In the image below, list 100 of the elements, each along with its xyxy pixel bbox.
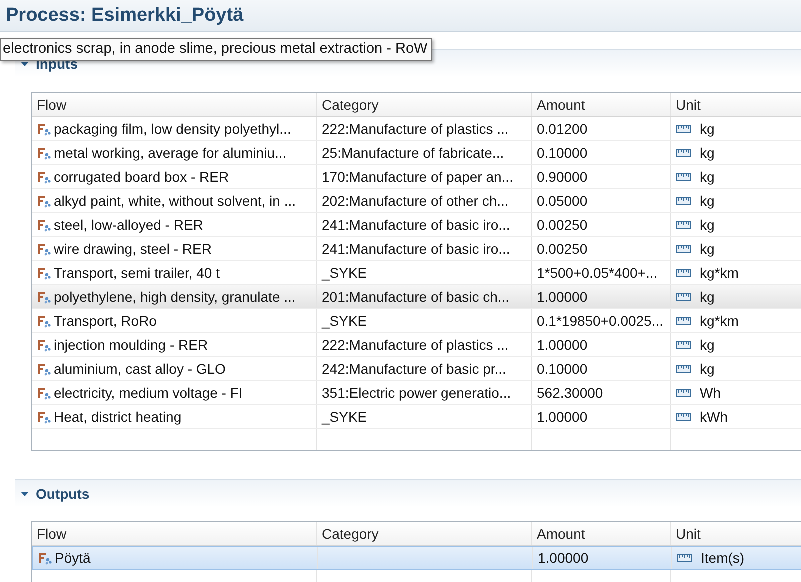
table-cell: corrugated board box - RER: [54, 168, 230, 184]
table-cell: 0.01200: [537, 120, 588, 136]
table-cell: 0.00250: [537, 216, 588, 232]
ruler-icon: [676, 364, 691, 372]
table-cell: 351:Electric power generatio...: [322, 384, 512, 400]
flow-icon: [37, 146, 51, 160]
table-row[interactable]: injection moulding - RER 222:Manufacture of plastics ... 1.00000 kg: [32, 333, 801, 357]
table-row[interactable]: polyethylene, high density, granulate ... 201:Manufacture of basic ch... 1.00000 kg: [32, 285, 801, 309]
table-cell: packaging film, low density polyethyl...: [54, 120, 292, 136]
table-cell: aluminium, cast alloy - GLO: [54, 360, 226, 376]
table-cell: kg: [700, 144, 715, 160]
table-row[interactable]: wire drawing, steel - RER 241:Manufacture of basic iro... 0.00250 kg: [32, 237, 801, 261]
ruler-icon: [677, 554, 692, 562]
column-header[interactable]: Amount: [532, 93, 671, 116]
table-row[interactable]: steel, low-alloyed - RER 241:Manufacture of basic iro... 0.00250 kg: [32, 213, 801, 237]
table-cell: kg: [700, 360, 715, 376]
column-header[interactable]: Category: [317, 522, 532, 545]
table-cell: 0.00250: [537, 240, 588, 256]
table-row[interactable]: corrugated board box - RER 170:Manufacture of paper an... 0.90000 kg: [32, 165, 801, 189]
flow-icon: [37, 218, 51, 232]
column-header[interactable]: Amount: [532, 522, 671, 545]
flow-icon: [37, 194, 51, 208]
ruler-icon: [676, 292, 691, 300]
table-cell: kg: [700, 192, 715, 208]
flow-icon: [37, 410, 51, 424]
table-cell: wire drawing, steel - RER: [54, 240, 212, 256]
table-cell: 562.30000: [537, 384, 604, 400]
ruler-icon: [676, 316, 691, 324]
ruler-icon: [676, 388, 691, 396]
table-cell: kg*km: [700, 312, 739, 328]
table-cell: polyethylene, high density, granulate ...: [54, 288, 296, 304]
table-cell: 0.10000: [537, 144, 588, 160]
ruler-icon: [676, 244, 691, 252]
table-cell: _SYKE: [322, 312, 368, 328]
table-cell: Pöytä: [55, 550, 91, 566]
table-row[interactable]: aluminium, cast alloy - GLO 242:Manufacture of basic pr... 0.10000 kg: [32, 357, 801, 381]
ruler-icon: [676, 172, 691, 180]
ruler-icon: [676, 340, 691, 348]
table-row[interactable]: metal working, average for aluminiu... 25:Manufacture of fabricate... 0.10000 kg: [32, 141, 801, 165]
flow-icon: [37, 386, 51, 400]
ruler-icon: [676, 412, 691, 420]
table-cell: Heat, district heating: [54, 408, 182, 424]
flow-icon: [37, 314, 51, 328]
table-cell: 1.00000: [537, 288, 588, 304]
table-row[interactable]: Transport, RoRo _SYKE 0.1*19850+0.0025... kg*km: [32, 309, 801, 333]
table-cell: metal working, average for aluminiu...: [54, 144, 287, 160]
table-cell: Transport, semi trailer, 40 t: [54, 264, 220, 280]
table-cell: _SYKE: [322, 408, 368, 424]
table-row[interactable]: Heat, district heating _SYKE 1.00000 kWh: [32, 405, 801, 429]
table-cell: 1.00000: [538, 550, 589, 566]
table-cell: kg: [700, 336, 715, 352]
table-cell: steel, low-alloyed - RER: [54, 216, 204, 232]
table-cell: 1.00000: [537, 408, 588, 424]
flow-icon: [38, 551, 52, 565]
table-cell: 202:Manufacture of other ch...: [322, 192, 509, 208]
table-cell: _SYKE: [322, 264, 368, 280]
ruler-icon: [676, 220, 691, 228]
table-row[interactable]: packaging film, low density polyethyl... 222:Manufacture of plastics ... 0.01200 kg: [32, 117, 801, 141]
table-cell: kg: [700, 120, 715, 136]
flow-icon: [37, 338, 51, 352]
column-header[interactable]: Unit: [671, 522, 801, 545]
table-cell: 241:Manufacture of basic iro...: [322, 216, 510, 232]
table-cell: kWh: [700, 408, 728, 424]
table-cell: alkyd paint, white, without solvent, in ...: [54, 192, 296, 208]
table-cell: 201:Manufacture of basic ch...: [322, 288, 510, 304]
column-header[interactable]: Flow: [32, 93, 317, 116]
flow-icon: [37, 290, 51, 304]
table-cell: 25:Manufacture of fabricate...: [322, 144, 504, 160]
table-cell: 170:Manufacture of paper an...: [322, 168, 514, 184]
flow-icon: [37, 362, 51, 376]
table-cell: 242:Manufacture of basic pr...: [322, 360, 506, 376]
column-header[interactable]: Flow: [32, 522, 317, 545]
table-cell: 0.1*19850+0.0025...: [537, 312, 664, 328]
ruler-icon: [676, 268, 691, 276]
table-cell: 241:Manufacture of basic iro...: [322, 240, 510, 256]
flow-icon: [37, 122, 51, 136]
table-cell: kg: [700, 216, 715, 232]
column-header[interactable]: Category: [317, 93, 532, 116]
table-cell: kg*km: [700, 264, 739, 280]
table-cell: kg: [700, 288, 715, 304]
table-row[interactable]: alkyd paint, white, without solvent, in ... 202:Manufacture of other ch... 0.05000 kg: [32, 189, 801, 213]
flow-icon: [37, 170, 51, 184]
table-row[interactable]: Pöytä 1.00000 Item(s): [32, 546, 801, 570]
column-header[interactable]: Unit: [671, 93, 801, 116]
ruler-icon: [676, 148, 691, 156]
table-cell: kg: [700, 168, 715, 184]
process-title: Process: Esimerkki_Pöytä: [6, 4, 244, 26]
table-cell: Wh: [700, 384, 721, 400]
table-cell: 1.00000: [537, 336, 588, 352]
tooltip: electronics scrap, in anode slime, precious metal extraction - RoW: [0, 38, 432, 61]
flow-icon: [37, 242, 51, 256]
ruler-icon: [676, 124, 691, 132]
ruler-icon: [676, 196, 691, 204]
table-cell: 222:Manufacture of plastics ...: [322, 336, 509, 352]
table-cell: 222:Manufacture of plastics ...: [322, 120, 509, 136]
table-cell: 1*500+0.05*400+...: [537, 264, 658, 280]
table-row[interactable]: electricity, medium voltage - FI 351:Electric power generatio... 562.30000 Wh: [32, 381, 801, 405]
table-cell: electricity, medium voltage - FI: [54, 384, 243, 400]
flow-icon: [37, 266, 51, 280]
table-cell: Transport, RoRo: [54, 312, 157, 328]
